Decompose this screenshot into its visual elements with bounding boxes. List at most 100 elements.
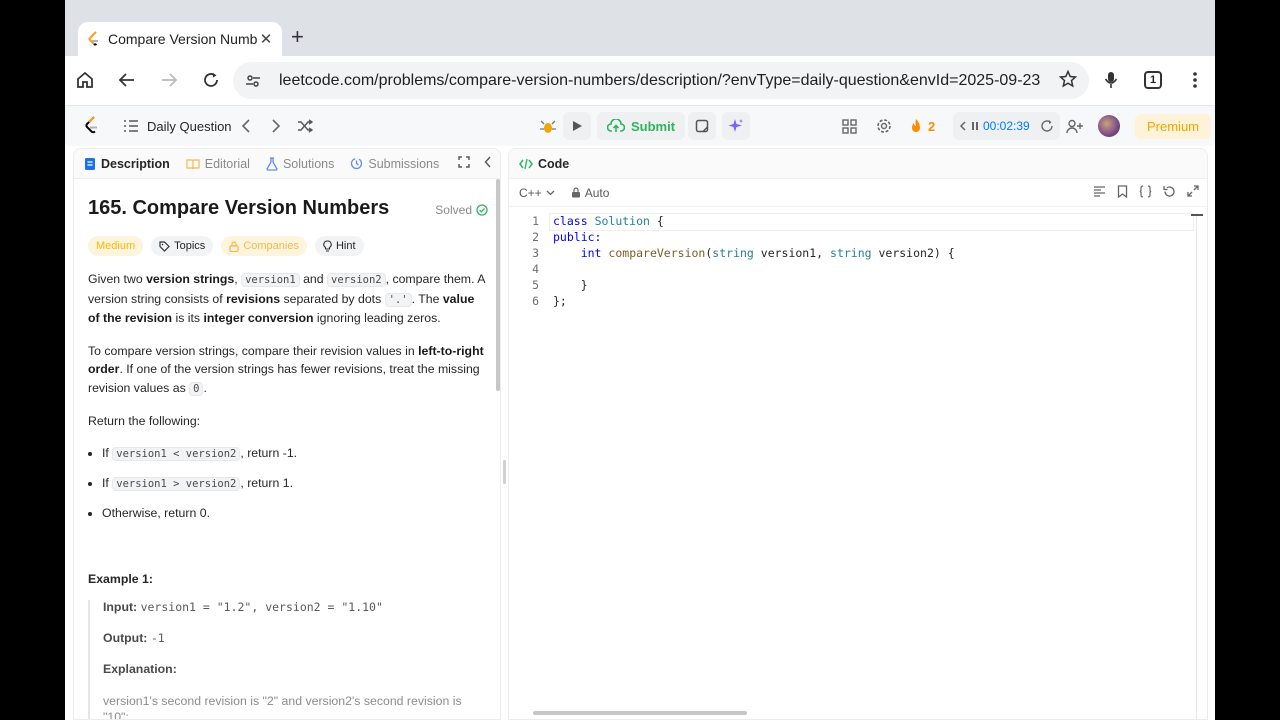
editor-toolbar: C++ Auto (509, 179, 1207, 207)
fire-icon (912, 119, 920, 132)
auto-mode-label: Auto (584, 185, 610, 200)
back-icon[interactable] (115, 68, 139, 92)
tab-editorial-label: Editorial (204, 156, 250, 171)
format-code-icon[interactable] (1093, 185, 1106, 201)
ai-assistant-button[interactable] (722, 106, 750, 146)
tab-title: Compare Version Numbe (108, 31, 258, 47)
book-icon (186, 158, 200, 169)
run-button[interactable] (563, 106, 591, 146)
code-line: 1 class Solution { (532, 214, 664, 228)
reset-timer-icon (1041, 120, 1053, 132)
leetcode-logo-icon[interactable] (83, 106, 101, 146)
streak-counter[interactable]: 2 (910, 106, 935, 146)
tab-description-label: Description (101, 156, 170, 171)
debug-icon[interactable] (539, 106, 557, 146)
list-item: If version1 < version2, return -1. (102, 445, 486, 463)
streak-count: 2 (928, 118, 936, 134)
note-icon (688, 112, 716, 140)
lock-icon (571, 187, 580, 198)
user-avatar[interactable] (1098, 106, 1120, 146)
code-line: 6}; (532, 294, 567, 308)
solved-label: Solved (435, 203, 472, 217)
code-brackets-icon (519, 158, 533, 169)
fullscreen-icon[interactable] (1187, 185, 1199, 201)
browser-tab[interactable]: Compare Version Numbe ✕ (78, 22, 282, 56)
browser-menu-icon[interactable] (1183, 68, 1207, 92)
chevron-down-icon (546, 190, 555, 195)
sparkle-icon (722, 112, 750, 140)
prev-problem-icon[interactable] (241, 106, 251, 146)
difficulty-badge: Medium (88, 236, 144, 256)
bookmark-star-icon[interactable] (1058, 69, 1078, 93)
cloud-upload-icon (607, 119, 625, 132)
premium-button[interactable]: Premium (1135, 106, 1212, 146)
tag-icon (159, 240, 170, 252)
tab-close-icon[interactable]: ✕ (258, 30, 274, 48)
panel-resize-handle[interactable] (503, 460, 506, 484)
example-1-title: Example 1: (88, 571, 153, 586)
hint-label: Hint (335, 240, 356, 252)
submit-button[interactable]: Submit (597, 106, 686, 146)
flask-icon (266, 156, 278, 171)
timer-value: 00:02:39 (983, 119, 1030, 133)
code-tabs: Code (509, 149, 1207, 179)
tab-code[interactable]: Code (519, 157, 569, 171)
code-line: 3 int compareVersion(string version1, st… (532, 246, 955, 260)
editor-vertical-scrollbar[interactable] (1196, 213, 1197, 719)
list-item: Otherwise, return 0. (102, 505, 486, 522)
problem-description: 165. Compare Version Numbers Solved Medi… (74, 179, 500, 719)
leetcode-topbar: Daily Question Submit 2 00:02:39 Premium (65, 106, 1215, 146)
forward-icon[interactable] (157, 68, 181, 92)
code-editor[interactable]: 1 class Solution { 2 public: 3 int compare… (509, 213, 1207, 309)
timer-widget[interactable]: 00:02:39 (953, 106, 1060, 146)
shuffle-icon[interactable] (297, 106, 313, 146)
code-panel: Code C++ Auto 1 class Solution { 2public… (508, 148, 1208, 720)
maximize-panel-icon[interactable] (458, 156, 470, 171)
new-tab-button[interactable]: + (291, 26, 304, 48)
tab-switcher-button[interactable]: 1 (1141, 68, 1165, 92)
bookmark-icon[interactable] (1117, 185, 1128, 201)
language-selector[interactable]: C++ (519, 186, 555, 200)
tab-submissions[interactable]: Submissions (350, 157, 439, 171)
layout-icon[interactable] (842, 106, 857, 146)
hint-tag[interactable]: Hint (314, 236, 364, 256)
problem-title[interactable]: 165. Compare Version Numbers (88, 197, 486, 220)
tab-solutions[interactable]: Solutions (266, 157, 334, 171)
submit-label: Submit (631, 118, 676, 134)
site-settings-icon[interactable] (245, 71, 265, 91)
companies-tag[interactable]: Companies (221, 236, 307, 256)
description-scrollbar[interactable] (496, 179, 500, 391)
lock-icon (229, 240, 239, 252)
next-problem-icon[interactable] (271, 106, 281, 146)
reset-code-icon[interactable] (1163, 185, 1176, 201)
scroll-position-marker (1191, 214, 1203, 216)
tab-strip: Compare Version Numbe ✕ + (65, 0, 1215, 56)
description-panel: Description Editorial Solutions Submissi… (73, 148, 501, 720)
home-icon[interactable] (73, 68, 97, 92)
example-1-block: Input: version1 = "1.2", version2 = "1.1… (88, 599, 486, 719)
problem-list-button[interactable]: Daily Question (123, 106, 232, 146)
collapse-panel-icon[interactable] (484, 156, 492, 171)
editor-horizontal-scrollbar[interactable] (533, 711, 747, 715)
tab-editorial[interactable]: Editorial (186, 157, 250, 171)
statement-paragraph-1: Given two version strings, version1 and … (88, 272, 485, 325)
code-line: 5 } (532, 278, 588, 292)
settings-gear-icon[interactable] (876, 106, 892, 146)
code-line: 2 public: (532, 230, 602, 244)
voice-search-icon[interactable] (1099, 68, 1123, 92)
reload-icon[interactable] (199, 68, 223, 92)
url-text: leetcode.com/problems/compare-version-nu… (279, 71, 1041, 89)
auto-mode-toggle[interactable]: Auto (571, 185, 610, 200)
tab-description[interactable]: Description (84, 157, 170, 171)
browser-window: Compare Version Numbe ✕ + leetcode.com/p… (65, 0, 1215, 720)
language-label: C++ (519, 185, 542, 200)
tab-count: 1 (1144, 71, 1162, 89)
example-input: Input: version1 = "1.2", version2 = "1.1… (103, 599, 383, 614)
companies-label: Companies (243, 240, 299, 252)
address-bar[interactable]: leetcode.com/problems/compare-version-nu… (233, 62, 1089, 99)
add-friend-icon[interactable] (1066, 106, 1083, 146)
statement-paragraph-2: To compare version strings, compare thei… (88, 343, 484, 396)
curly-braces-icon[interactable] (1139, 185, 1152, 201)
notes-button[interactable] (688, 106, 716, 146)
topics-tag[interactable]: Topics (151, 236, 214, 256)
